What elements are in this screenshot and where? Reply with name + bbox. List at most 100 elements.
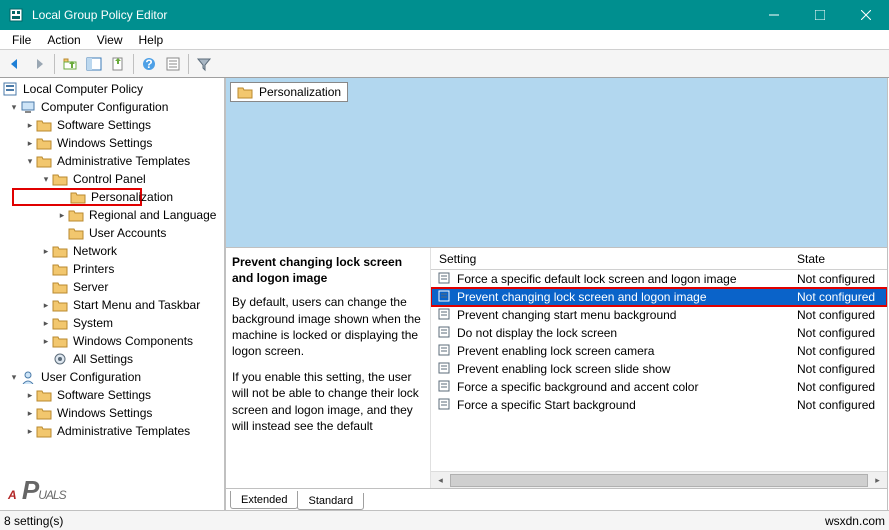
collapse-icon[interactable]: ▾ bbox=[24, 156, 36, 167]
settings-list[interactable]: Setting State Force a specific default l… bbox=[431, 248, 887, 488]
tree-user-software-settings[interactable]: ▸Software Settings bbox=[0, 386, 224, 404]
maximize-button[interactable] bbox=[797, 0, 843, 30]
tree-windows-components[interactable]: ▸ Windows Components bbox=[0, 332, 224, 350]
tree-server[interactable]: Server bbox=[0, 278, 224, 296]
scroll-thumb[interactable] bbox=[450, 474, 868, 487]
tree-control-panel[interactable]: ▾Control Panel bbox=[0, 170, 224, 188]
tree-windows-settings[interactable]: ▸ Windows Settings bbox=[0, 134, 224, 152]
expand-icon[interactable]: ▸ bbox=[40, 246, 52, 257]
collapse-icon[interactable]: ▾ bbox=[40, 174, 52, 185]
policy-item-icon bbox=[437, 289, 453, 305]
row-setting: Force a specific default lock screen and… bbox=[457, 272, 797, 286]
folder-icon bbox=[68, 226, 84, 240]
expand-icon[interactable]: ▸ bbox=[24, 408, 36, 419]
filter-button[interactable] bbox=[193, 53, 215, 75]
toolbar: ? bbox=[0, 50, 889, 78]
expand-icon[interactable]: ▸ bbox=[40, 300, 52, 311]
tree-computer-configuration[interactable]: ▾ Computer Configuration bbox=[0, 98, 224, 116]
row-state: Not configured bbox=[797, 380, 887, 394]
tree-label: Network bbox=[71, 243, 119, 259]
menu-help[interactable]: Help bbox=[131, 31, 172, 49]
close-button[interactable] bbox=[843, 0, 889, 30]
expand-icon[interactable]: ▸ bbox=[24, 138, 36, 149]
export-list-button[interactable] bbox=[107, 53, 129, 75]
tree-software-settings[interactable]: ▸ Software Settings bbox=[0, 116, 224, 134]
expand-icon[interactable]: ▸ bbox=[24, 426, 36, 437]
tree-label: Start Menu and Taskbar bbox=[71, 297, 202, 313]
tree-user-configuration[interactable]: ▾ User Configuration bbox=[0, 368, 224, 386]
show-hide-tree-button[interactable] bbox=[83, 53, 105, 75]
tree-root[interactable]: Local Computer Policy bbox=[0, 80, 224, 98]
tree-label: Windows Settings bbox=[55, 135, 154, 151]
tree-regional[interactable]: ▸Regional and Language bbox=[0, 206, 224, 224]
row-state: Not configured bbox=[797, 326, 887, 340]
tree-label: All Settings bbox=[71, 351, 135, 367]
folder-icon bbox=[52, 244, 68, 258]
column-state[interactable]: State bbox=[797, 252, 887, 266]
tab-extended[interactable]: Extended bbox=[230, 491, 298, 509]
folder-icon bbox=[52, 334, 68, 348]
tree-printers[interactable]: Printers bbox=[0, 260, 224, 278]
tree-label: User Configuration bbox=[39, 369, 143, 385]
list-row[interactable]: Force a specific Start backgroundNot con… bbox=[431, 396, 887, 414]
description-pane: Prevent changing lock screen and logon i… bbox=[226, 248, 431, 488]
expand-icon[interactable]: ▸ bbox=[40, 336, 52, 347]
expand-icon[interactable]: ▸ bbox=[24, 390, 36, 401]
minimize-button[interactable] bbox=[751, 0, 797, 30]
expand-icon[interactable]: ▸ bbox=[40, 318, 52, 329]
tree-user-windows-settings[interactable]: ▸ Windows Settings bbox=[0, 404, 224, 422]
tab-standard[interactable]: Standard bbox=[297, 493, 364, 510]
preview-folder[interactable]: Personalization bbox=[230, 82, 348, 102]
up-button[interactable] bbox=[59, 53, 81, 75]
folder-icon bbox=[52, 316, 68, 330]
list-row[interactable]: Prevent changing lock screen and logon i… bbox=[431, 288, 887, 306]
row-state: Not configured bbox=[797, 272, 887, 286]
list-row[interactable]: Prevent enabling lock screen slide showN… bbox=[431, 360, 887, 378]
tree-network[interactable]: ▸ Network bbox=[0, 242, 224, 260]
menu-action[interactable]: Action bbox=[39, 31, 88, 49]
tree-start-menu[interactable]: ▸ Start Menu and Taskbar bbox=[0, 296, 224, 314]
forward-button[interactable] bbox=[28, 53, 50, 75]
list-row[interactable]: Prevent changing start menu backgroundNo… bbox=[431, 306, 887, 324]
toolbar-separator bbox=[54, 54, 55, 74]
menu-file[interactable]: File bbox=[4, 31, 39, 49]
row-setting: Do not display the lock screen bbox=[457, 326, 797, 340]
tree-label: Windows Settings bbox=[55, 405, 154, 421]
policy-item-icon bbox=[437, 379, 453, 395]
list-row[interactable]: Force a specific default lock screen and… bbox=[431, 270, 887, 288]
tree-system[interactable]: ▸ System bbox=[0, 314, 224, 332]
tree-user-accounts[interactable]: User Accounts bbox=[0, 224, 224, 242]
tree-pane[interactable]: Local Computer Policy ▾ Computer Configu… bbox=[0, 78, 225, 510]
list-row[interactable]: Force a specific background and accent c… bbox=[431, 378, 887, 396]
list-header[interactable]: Setting State bbox=[431, 248, 887, 270]
tree-user-admin-templates[interactable]: ▸Administrative Templates bbox=[0, 422, 224, 440]
expand-icon[interactable]: ▸ bbox=[56, 210, 68, 221]
horizontal-scrollbar[interactable]: ◂ ▸ bbox=[431, 471, 887, 488]
view-tabs: Extended Standard bbox=[226, 488, 887, 510]
tree-label: Software Settings bbox=[55, 117, 153, 133]
tree-personalization[interactable]: Personalization bbox=[12, 188, 142, 206]
back-button[interactable] bbox=[4, 53, 26, 75]
properties-button[interactable] bbox=[162, 53, 184, 75]
preview-folder-label: Personalization bbox=[259, 85, 341, 99]
scroll-right-icon[interactable]: ▸ bbox=[870, 473, 885, 488]
tree-label: System bbox=[71, 315, 115, 331]
row-setting: Prevent changing lock screen and logon i… bbox=[457, 290, 797, 304]
help-button[interactable]: ? bbox=[138, 53, 160, 75]
row-state: Not configured bbox=[797, 290, 887, 304]
expand-icon[interactable]: ▸ bbox=[24, 120, 36, 131]
column-setting[interactable]: Setting bbox=[431, 252, 797, 266]
menu-view[interactable]: View bbox=[89, 31, 131, 49]
policy-item-icon bbox=[437, 361, 453, 377]
collapse-icon[interactable]: ▾ bbox=[8, 102, 20, 113]
folder-icon bbox=[237, 85, 253, 99]
list-row[interactable]: Prevent enabling lock screen cameraNot c… bbox=[431, 342, 887, 360]
scroll-left-icon[interactable]: ◂ bbox=[433, 473, 448, 488]
tree-label: Windows Components bbox=[71, 333, 195, 349]
folder-icon bbox=[52, 280, 68, 294]
tree-administrative-templates[interactable]: ▾Administrative Templates bbox=[0, 152, 224, 170]
policy-item-icon bbox=[437, 397, 453, 413]
list-row[interactable]: Do not display the lock screenNot config… bbox=[431, 324, 887, 342]
collapse-icon[interactable]: ▾ bbox=[8, 372, 20, 383]
tree-all-settings[interactable]: All Settings bbox=[0, 350, 224, 368]
